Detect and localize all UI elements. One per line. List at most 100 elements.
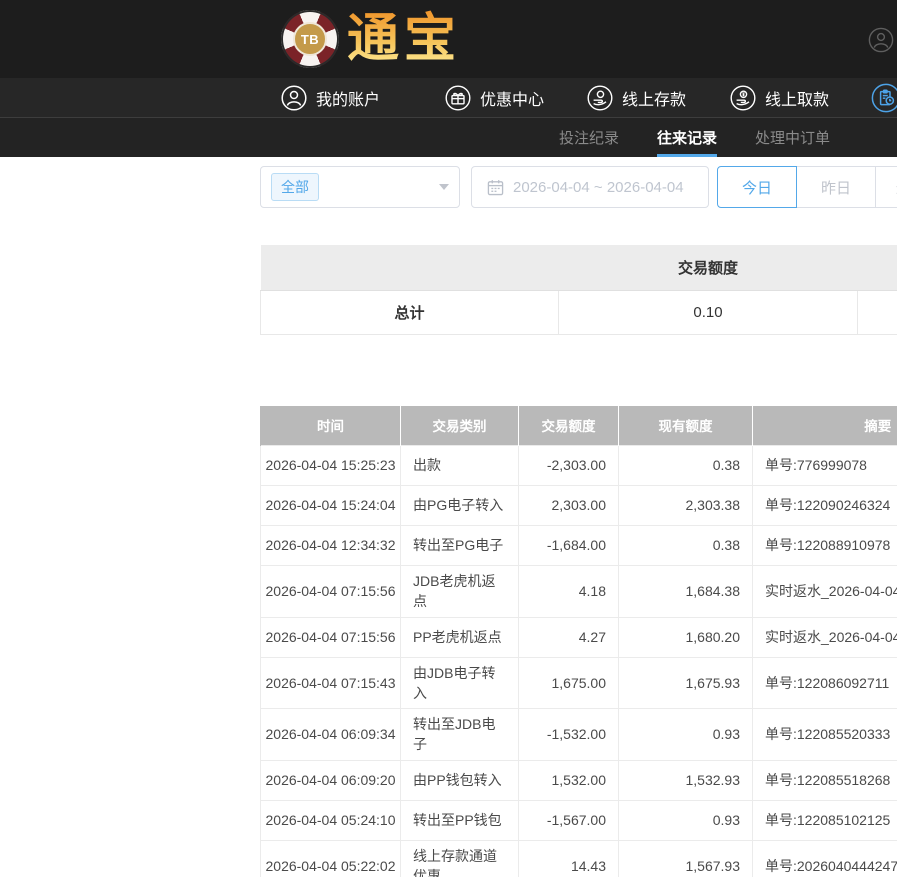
nav-item-deposit[interactable]: 线上存款	[587, 78, 686, 117]
logo-text: 通宝	[347, 8, 461, 70]
cell-amount: -1,567.00	[519, 800, 619, 840]
summary-header-row: 交易额度	[261, 245, 897, 290]
poker-chip-icon: TB	[281, 10, 339, 68]
summary-table: 交易额度 总计 0.10	[260, 245, 897, 335]
summary-header-amount: 交易额度	[559, 245, 858, 290]
calendar-icon	[487, 179, 504, 196]
user-icon	[281, 85, 307, 111]
cell-time: 2026-04-04 07:15:56	[261, 617, 401, 657]
summary-header-clipped	[858, 245, 897, 290]
records-table: 时间 交易类别 交易额度 现有额度 摘要 2026-04-04 15:25:23…	[260, 406, 897, 877]
table-row: 2026-04-04 15:25:23 出款 -2,303.00 0.38 单号…	[261, 446, 897, 486]
cell-balance: 1,680.20	[619, 617, 753, 657]
cell-type: 出款	[401, 446, 519, 486]
chevron-down-icon	[439, 184, 449, 190]
cell-type: 线上存款通道优惠	[401, 840, 519, 877]
cell-summary: 单号:122085520333	[753, 709, 897, 761]
cell-time: 2026-04-04 06:09:34	[261, 709, 401, 761]
table-row: 2026-04-04 07:15:56 JDB老虎机返点 4.18 1,684.…	[261, 566, 897, 618]
cell-balance: 2,303.38	[619, 486, 753, 526]
table-row: 2026-04-04 05:22:02 线上存款通道优惠 14.43 1,567…	[261, 840, 897, 877]
type-selected-tag: 全部	[271, 173, 319, 201]
nav-item-my-account[interactable]: 我的账户	[281, 78, 380, 117]
tab-transaction-records[interactable]: 往来记录	[657, 118, 717, 157]
cell-summary: 单号:122085102125	[753, 800, 897, 840]
records-header-row: 时间 交易类别 交易额度 现有额度 摘要	[261, 406, 897, 446]
cell-time: 2026-04-04 07:15:56	[261, 566, 401, 618]
today-button[interactable]: 今日	[717, 166, 797, 208]
cell-amount: -1,532.00	[519, 709, 619, 761]
nav-item-label: 线上存款	[622, 86, 686, 110]
top-header: TB 通宝	[0, 0, 897, 78]
table-row: 2026-04-04 06:09:20 由PP钱包转入 1,532.00 1,5…	[261, 760, 897, 800]
quick-date-buttons: 今日 昨日 近7日	[717, 166, 897, 208]
cell-time: 2026-04-04 05:22:02	[261, 840, 401, 877]
last7days-button[interactable]: 近7日	[875, 166, 897, 208]
account-icon[interactable]	[868, 27, 894, 53]
nav-item-label: 我的账户	[316, 86, 380, 110]
cell-balance: 0.38	[619, 446, 753, 486]
table-row: 2026-04-04 07:15:43 由JDB电子转入 1,675.00 1,…	[261, 657, 897, 709]
cell-summary: 实时返水_2026-04-04	[753, 566, 897, 618]
cell-type: 转出至PP钱包	[401, 800, 519, 840]
cell-amount: 4.27	[519, 617, 619, 657]
cell-type: 转出至PG电子	[401, 526, 519, 566]
yesterday-button[interactable]: 昨日	[796, 166, 876, 208]
cell-amount: 14.43	[519, 840, 619, 877]
main-content: 全部 2026-04-04 ~ 2026-04-04 今日	[260, 166, 897, 877]
cell-balance: 0.93	[619, 800, 753, 840]
cell-time: 2026-04-04 15:24:04	[261, 486, 401, 526]
cell-amount: 1,532.00	[519, 760, 619, 800]
cell-amount: 4.18	[519, 566, 619, 618]
record-tabs: 投注纪录 往来记录 处理中订单	[0, 117, 897, 157]
cell-type: PP老虎机返点	[401, 617, 519, 657]
summary-total-label: 总计	[261, 290, 559, 334]
cell-type: 转出至JDB电子	[401, 709, 519, 761]
cell-amount: -1,684.00	[519, 526, 619, 566]
cell-summary: 单号:122090246324	[753, 486, 897, 526]
withdraw-icon	[730, 85, 756, 111]
cell-amount: -2,303.00	[519, 446, 619, 486]
header-type: 交易类别	[401, 406, 519, 446]
gift-icon	[445, 85, 471, 111]
nav-item-transaction-records[interactable]	[871, 78, 897, 117]
date-range-value: 2026-04-04 ~ 2026-04-04	[513, 179, 684, 196]
tab-processing-orders[interactable]: 处理中订单	[755, 118, 830, 157]
header-amount: 交易额度	[519, 406, 619, 446]
cell-summary: 单号:122085518268	[753, 760, 897, 800]
summary-total-row: 总计 0.10	[261, 290, 897, 334]
cell-summary: 单号:776999078	[753, 446, 897, 486]
cell-balance: 1,684.38	[619, 566, 753, 618]
cell-summary: 实时返水_2026-04-04	[753, 617, 897, 657]
brand-logo[interactable]: TB 通宝	[281, 8, 461, 70]
header-balance: 现有额度	[619, 406, 753, 446]
records-table-body: 2026-04-04 15:25:23 出款 -2,303.00 0.38 单号…	[261, 446, 897, 877]
type-select[interactable]: 全部	[260, 166, 460, 208]
logo-badge: TB	[293, 22, 327, 56]
cell-balance: 0.93	[619, 709, 753, 761]
cell-amount: 1,675.00	[519, 657, 619, 709]
deposit-icon	[587, 85, 613, 111]
cell-balance: 1,532.93	[619, 760, 753, 800]
cell-time: 2026-04-04 06:09:20	[261, 760, 401, 800]
header-summary: 摘要	[753, 406, 897, 446]
cell-time: 2026-04-04 07:15:43	[261, 657, 401, 709]
cell-summary: 单号:122088910978	[753, 526, 897, 566]
table-row: 2026-04-04 12:34:32 转出至PG电子 -1,684.00 0.…	[261, 526, 897, 566]
date-range-input[interactable]: 2026-04-04 ~ 2026-04-04	[471, 166, 709, 208]
summary-header-empty	[261, 245, 559, 290]
nav-item-label: 优惠中心	[480, 86, 544, 110]
transaction-records-icon	[871, 83, 897, 113]
cell-type: 由PG电子转入	[401, 486, 519, 526]
cell-balance: 1,675.93	[619, 657, 753, 709]
cell-time: 2026-04-04 15:25:23	[261, 446, 401, 486]
nav-item-promotions[interactable]: 优惠中心	[445, 78, 544, 117]
cell-type: JDB老虎机返点	[401, 566, 519, 618]
table-row: 2026-04-04 07:15:56 PP老虎机返点 4.27 1,680.2…	[261, 617, 897, 657]
cell-summary: 单号:2026040444247791	[753, 840, 897, 877]
cell-type: 由JDB电子转入	[401, 657, 519, 709]
table-row: 2026-04-04 05:24:10 转出至PP钱包 -1,567.00 0.…	[261, 800, 897, 840]
nav-item-withdraw[interactable]: 线上取款	[730, 78, 829, 117]
tab-betting-records[interactable]: 投注纪录	[559, 118, 619, 157]
summary-total-amount: 0.10	[559, 290, 858, 334]
